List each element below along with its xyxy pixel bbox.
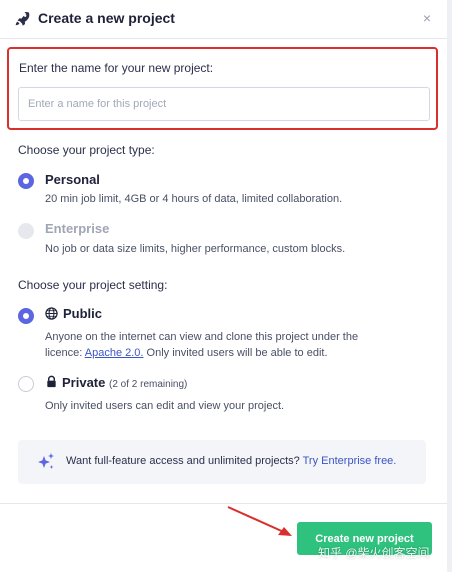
- footer-divider: [0, 503, 447, 504]
- radio-personal[interactable]: [18, 173, 34, 189]
- rocket-icon: [15, 11, 30, 26]
- info-text: Want full-feature access and unlimited p…: [66, 455, 396, 467]
- project-setting-label: Choose your project setting:: [18, 278, 168, 292]
- enterprise-info-box: Want full-feature access and unlimited p…: [18, 440, 426, 484]
- project-type-label: Choose your project type:: [18, 143, 155, 157]
- try-enterprise-link[interactable]: Try Enterprise free.: [303, 455, 397, 467]
- project-name-label: Enter the name for your new project:: [19, 61, 214, 75]
- watermark-text: 知乎 @柴火创客空间: [318, 546, 430, 560]
- radio-enterprise: [18, 223, 34, 239]
- radio-public[interactable]: [18, 308, 34, 324]
- sparkle-stars-icon: [38, 453, 54, 469]
- private-title-text: Private: [62, 375, 106, 390]
- radio-private[interactable]: [18, 376, 34, 392]
- globe-icon: [45, 307, 58, 320]
- option-personal-description: 20 min job limit, 4GB or 4 hours of data…: [45, 193, 343, 205]
- licence-link[interactable]: Apache 2.0.: [85, 347, 144, 359]
- project-name-input[interactable]: [18, 87, 430, 121]
- option-private-description: Only invited users can edit and view you…: [45, 400, 285, 412]
- option-personal-title: Personal: [45, 172, 100, 187]
- option-public-title: Public: [63, 306, 103, 321]
- private-remaining-count: (2 of 2 remaining): [109, 379, 188, 390]
- licence-suffix: Only invited users will be able to edit.: [143, 347, 328, 359]
- annotation-arrow: [227, 506, 292, 536]
- licence-prefix: licence:: [45, 347, 85, 359]
- create-project-modal: Create a new project × Enter the name fo…: [0, 0, 448, 572]
- modal-header: Create a new project ×: [0, 0, 447, 39]
- option-private-title: Private (2 of 2 remaining): [62, 375, 187, 390]
- option-enterprise-title: Enterprise: [45, 221, 110, 236]
- close-icon[interactable]: ×: [423, 10, 431, 26]
- option-enterprise-description: No job or data size limits, higher perfo…: [45, 243, 346, 255]
- option-public-description: Anyone on the internet can view and clon…: [45, 329, 415, 361]
- public-description-line2: licence: Apache 2.0. Only invited users …: [45, 345, 415, 361]
- lock-icon: [47, 375, 56, 388]
- public-description-line1: Anyone on the internet can view and clon…: [45, 331, 359, 343]
- modal-title: Create a new project: [38, 10, 175, 26]
- info-message: Want full-feature access and unlimited p…: [66, 455, 303, 467]
- background-gutter: [447, 0, 452, 572]
